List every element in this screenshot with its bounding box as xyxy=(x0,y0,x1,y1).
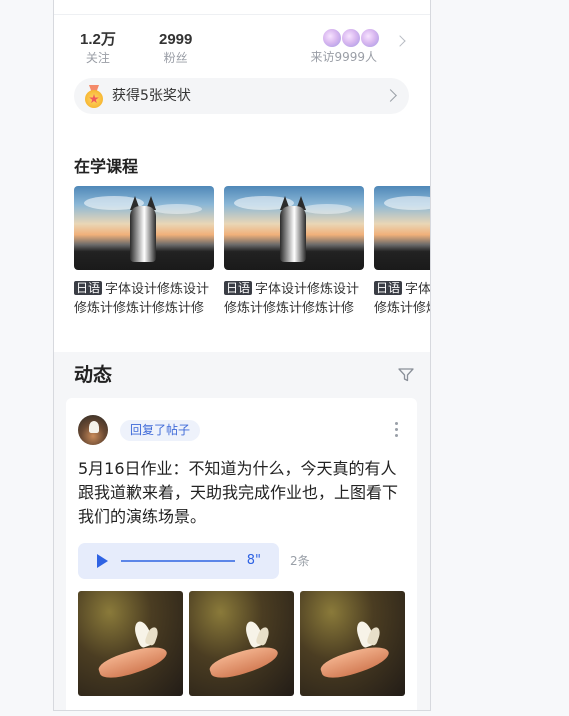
feed-title: 动态 xyxy=(74,364,113,386)
divider xyxy=(54,14,430,15)
post-photo[interactable] xyxy=(300,591,405,696)
post-text: 5月16日作业：不知道为什么，今天真的有人跟我道歉来着，天助我完成作业也，上图看… xyxy=(78,459,399,526)
post-photos xyxy=(78,591,408,696)
visitors-label: 来访9999人 xyxy=(310,50,377,64)
visitor-avatars xyxy=(314,28,380,48)
audio-player[interactable]: 8" xyxy=(78,543,279,579)
course-title: 日语字体设计修炼设计修炼计修炼计修炼计修炼… xyxy=(374,280,430,318)
award-banner[interactable]: 获得5张奖状 xyxy=(74,78,409,114)
post-photo[interactable] xyxy=(78,591,183,696)
post-photo[interactable] xyxy=(189,591,294,696)
course-tag: 日语 xyxy=(74,281,103,295)
profile-stats: 1.2万 关注 2999 粉丝 来访9999人 xyxy=(54,28,430,70)
profile-panel: 1.2万 关注 2999 粉丝 来访9999人 获得5张奖状 在学课程 日语 字… xyxy=(53,0,431,711)
following-count: 1.2万 xyxy=(80,31,116,48)
filter-icon[interactable] xyxy=(398,368,414,382)
course-thumbnail xyxy=(374,186,430,270)
comment-count[interactable]: 2条 xyxy=(290,543,310,579)
post-card[interactable]: 回复了帖子 5月16日作业：不知道为什么，今天真的有人跟我道歉来着，天助我完成作… xyxy=(66,398,417,710)
more-icon[interactable] xyxy=(395,422,399,438)
fans-count: 2999 xyxy=(159,31,193,48)
course-tag: 日语 xyxy=(224,281,253,295)
course-thumbnail xyxy=(74,186,214,270)
course-title: 日语字体设计修炼设计修炼计修炼计修炼计修炼… xyxy=(224,280,364,318)
course-card[interactable]: 日语字体设计修炼设计修炼计修炼计修炼计修炼… xyxy=(224,186,364,318)
course-thumbnail xyxy=(224,186,364,270)
course-carousel[interactable]: 日语字体设计修炼设计修炼计修炼计修炼计修炼… 日语字体设计修炼设计修炼计修炼计修… xyxy=(74,186,430,326)
play-icon[interactable] xyxy=(97,554,108,568)
fans-label: 粉丝 xyxy=(163,51,188,65)
award-text: 获得5张奖状 xyxy=(112,88,191,104)
chevron-right-icon xyxy=(394,35,406,47)
visitor-avatar xyxy=(341,28,361,48)
visitor-avatar xyxy=(322,28,342,48)
audio-duration: 8" xyxy=(246,553,261,568)
chevron-right-icon xyxy=(384,89,397,102)
post-action-badge: 回复了帖子 xyxy=(120,420,201,441)
fans-stat[interactable]: 2999 粉丝 xyxy=(159,30,192,66)
course-title: 日语字体设计修炼设计修炼计修炼计修炼计修炼… xyxy=(74,280,214,318)
course-tag: 日语 xyxy=(374,281,403,295)
courses-section-title: 在学课程 xyxy=(74,157,139,176)
user-avatar[interactable] xyxy=(78,415,108,445)
following-stat[interactable]: 1.2万 关注 xyxy=(80,30,116,66)
following-label: 关注 xyxy=(85,51,110,65)
visitor-avatar xyxy=(360,28,380,48)
audio-progress-track xyxy=(121,560,235,562)
medal-icon xyxy=(84,85,104,108)
course-card[interactable]: 日语字体设计修炼设计修炼计修炼计修炼计修炼… xyxy=(374,186,430,318)
course-card[interactable]: 日语字体设计修炼设计修炼计修炼计修炼计修炼… xyxy=(74,186,214,318)
